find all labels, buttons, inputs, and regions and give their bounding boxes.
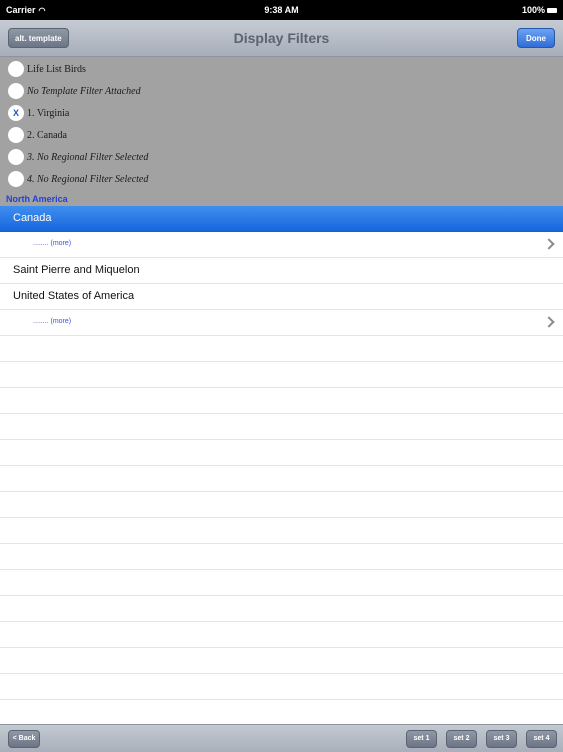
empty-row — [0, 440, 563, 466]
filter-label: 2. Canada — [27, 129, 67, 141]
chevron-right-icon — [543, 316, 555, 328]
more-link[interactable]: ........ (more) — [33, 240, 71, 247]
battery-indicator: 100% — [522, 5, 557, 15]
empty-row — [0, 492, 563, 518]
set-2-button[interactable]: set 2 — [446, 730, 477, 748]
filter-region-2[interactable]: 2. Canada — [8, 125, 67, 145]
region-header: North America — [6, 194, 68, 204]
filter-panel: Life List Birds No Template Filter Attac… — [0, 57, 563, 206]
list-item-label: United States of America — [13, 290, 135, 302]
navigation-bar: alt. template Display Filters Done — [0, 20, 563, 57]
filter-region-4[interactable]: 4. No Regional Filter Selected — [8, 169, 148, 189]
empty-row — [0, 518, 563, 544]
list-item-canada[interactable]: Canada — [0, 206, 563, 232]
filter-template[interactable]: No Template Filter Attached — [8, 81, 141, 101]
more-row[interactable]: ........ (more) — [0, 310, 563, 336]
toggle-circle-icon[interactable] — [8, 127, 24, 143]
status-time: 9:38 AM — [264, 5, 299, 15]
bottom-toolbar: < Back set 1 set 2 set 3 set 4 — [0, 724, 563, 752]
filter-region-3[interactable]: 3. No Regional Filter Selected — [8, 147, 148, 167]
set-3-button[interactable]: set 3 — [486, 730, 517, 748]
filter-label: No Template Filter Attached — [27, 85, 141, 97]
battery-percent: 100% — [521, 5, 545, 15]
empty-row — [0, 674, 563, 700]
page-title: Display Filters — [233, 30, 330, 46]
status-bar: Carrier ◠ 9:38 AM 100% — [0, 0, 563, 20]
toggle-circle-icon[interactable] — [8, 61, 24, 77]
done-button[interactable]: Done — [517, 28, 555, 48]
toggle-circle-icon[interactable] — [8, 149, 24, 165]
empty-row — [0, 648, 563, 674]
filter-label: 4. No Regional Filter Selected — [27, 173, 149, 185]
set-4-button[interactable]: set 4 — [526, 730, 557, 748]
list-item-saint-pierre[interactable]: Saint Pierre and Miquelon — [0, 258, 563, 284]
filter-region-1[interactable]: X 1. Virginia — [8, 103, 69, 123]
filter-life-list[interactable]: Life List Birds — [8, 59, 86, 79]
toggle-circle-icon[interactable] — [8, 171, 24, 187]
back-button[interactable]: < Back — [8, 730, 40, 748]
more-link[interactable]: ........ (more) — [33, 318, 71, 325]
empty-row — [0, 596, 563, 622]
toggle-circle-icon[interactable] — [8, 83, 24, 99]
empty-row — [0, 544, 563, 570]
filter-label: 1. Virginia — [27, 107, 70, 119]
empty-row — [0, 700, 563, 724]
empty-row — [0, 362, 563, 388]
empty-row — [0, 466, 563, 492]
list-item-label: Canada — [13, 212, 52, 224]
empty-row — [0, 570, 563, 596]
more-row[interactable]: ........ (more) — [0, 232, 563, 258]
list-item-label: Saint Pierre and Miquelon — [13, 264, 140, 276]
checked-toggle-icon[interactable]: X — [8, 105, 24, 121]
set-1-button[interactable]: set 1 — [406, 730, 437, 748]
empty-row — [0, 336, 563, 362]
country-list[interactable]: Canada ........ (more) Saint Pierre and … — [0, 206, 563, 724]
filter-label: 3. No Regional Filter Selected — [27, 151, 149, 163]
empty-row — [0, 388, 563, 414]
empty-row — [0, 622, 563, 648]
chevron-right-icon — [543, 238, 555, 250]
list-item-usa[interactable]: United States of America — [0, 284, 563, 310]
battery-icon — [547, 7, 557, 13]
filter-label: Life List Birds — [27, 63, 86, 75]
empty-row — [0, 414, 563, 440]
